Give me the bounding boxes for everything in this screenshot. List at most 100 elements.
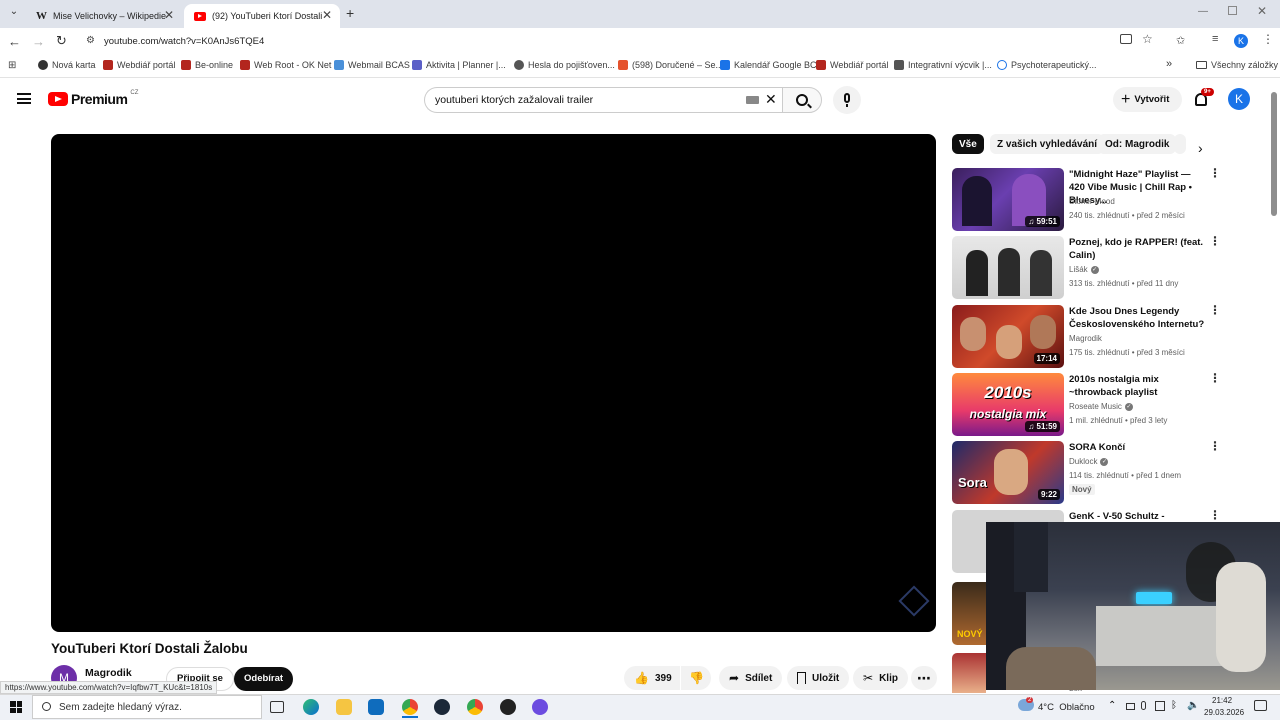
account-avatar[interactable]: K xyxy=(1228,88,1250,110)
rec-channel[interactable]: Roseate Music ✓ xyxy=(1069,402,1133,411)
like-button[interactable]: 👍 399 xyxy=(624,666,680,690)
profile-avatar[interactable]: K xyxy=(1234,34,1248,48)
battery-icon[interactable] xyxy=(1126,703,1135,710)
more-options-icon[interactable]: ⋮ xyxy=(1209,372,1221,384)
bluetooth-icon[interactable]: ᛒ xyxy=(1171,700,1177,711)
channel-name[interactable]: Magrodik xyxy=(85,667,132,679)
chrome-icon[interactable] xyxy=(402,699,418,715)
rec-channel[interactable]: Stoner Mood xyxy=(1069,197,1115,206)
windows-start-icon[interactable] xyxy=(10,701,22,713)
more-options-icon[interactable]: ⋮ xyxy=(1209,440,1221,452)
microphone-icon[interactable] xyxy=(1141,701,1146,710)
list-item[interactable]: Sora 9:22 SORA Končí Duklock ✓ 114 tis. z… xyxy=(952,440,1221,505)
clock-time[interactable]: 21:42 xyxy=(1212,696,1232,705)
address-field[interactable]: ⚙ youtube.com/watch?v=K0AnJs6TQE4 ☆ xyxy=(80,31,1164,53)
keyboard-icon[interactable] xyxy=(746,96,759,104)
close-window-icon[interactable]: ✕ xyxy=(1257,4,1267,18)
close-tab-icon[interactable]: ✕ xyxy=(322,8,332,22)
taskbar-search[interactable]: Sem zadejte hledaný výraz. xyxy=(32,695,262,719)
subscribe-button[interactable]: Odebírat xyxy=(234,667,294,691)
search-input[interactable]: youtuberi ktorých zažalovali trailer xyxy=(435,94,593,106)
bookmark-item[interactable]: Psychoterapeutický... xyxy=(997,60,1097,70)
hamburger-menu-icon[interactable] xyxy=(17,93,31,104)
page-scrollbar[interactable] xyxy=(1271,92,1277,216)
list-item[interactable]: ♫ 59:51 "Midnight Haze" Playlist — 420 V… xyxy=(952,167,1221,232)
file-explorer-icon[interactable] xyxy=(336,699,352,715)
channel-watermark-icon[interactable] xyxy=(898,585,930,617)
notifications-button[interactable]: 9+ xyxy=(1192,88,1214,110)
rec-channel[interactable]: Duklock ✓ xyxy=(1069,457,1109,466)
close-tab-icon[interactable]: ✕ xyxy=(164,8,174,22)
tab-list-dropdown-icon[interactable]: ⌄ xyxy=(6,6,22,22)
share-button[interactable]: ➦ Sdílet xyxy=(719,666,783,690)
clear-search-icon[interactable]: ✕ xyxy=(765,91,777,108)
rec-title[interactable]: 2010s nostalgia mix ~throwback playlist xyxy=(1069,373,1207,399)
video-thumbnail[interactable]: Sora 9:22 xyxy=(952,441,1064,504)
chrome-icon[interactable] xyxy=(467,699,483,715)
bookmark-item[interactable]: Nová karta xyxy=(38,60,96,70)
rec-channel[interactable]: Lišák ✓ xyxy=(1069,265,1099,274)
app-icon[interactable] xyxy=(500,699,516,715)
bookmark-star-icon[interactable]: ☆ xyxy=(1142,32,1153,46)
more-options-icon[interactable]: ⋮ xyxy=(1209,167,1221,179)
install-app-icon[interactable] xyxy=(1120,34,1132,44)
more-options-icon[interactable]: ⋮ xyxy=(1209,304,1221,316)
video-thumbnail[interactable] xyxy=(952,653,986,693)
bookmark-item[interactable]: Webdiář portál xyxy=(103,60,175,70)
notification-center-icon[interactable] xyxy=(1254,700,1267,711)
clock-date[interactable]: 29.03.2026 xyxy=(1204,708,1244,717)
chevron-right-icon[interactable]: › xyxy=(1198,140,1203,156)
back-icon[interactable]: ← xyxy=(8,34,21,49)
edge-icon[interactable] xyxy=(303,699,319,715)
tab-wikipedia[interactable]: W Mise Velichovky – Wikipedie ✕ xyxy=(26,4,182,28)
more-options-icon[interactable]: ⋮ xyxy=(1209,509,1221,521)
browser-menu-icon[interactable]: ⋮ xyxy=(1262,32,1274,46)
youtube-logo[interactable]: Premium CZ xyxy=(48,90,138,107)
chip-from-searches[interactable]: Z vašich vyhledávání xyxy=(990,134,1105,154)
list-item[interactable]: 2010s nostalgia mix ♫ 51:59 2010s nostal… xyxy=(952,372,1221,437)
list-item[interactable]: 17:14 Kde Jsou Dnes Legendy Českoslovens… xyxy=(952,304,1221,369)
rec-title[interactable]: SORA Končí xyxy=(1069,441,1207,454)
bookmark-item[interactable]: (598) Doručené – Se... xyxy=(618,60,723,70)
restore-window-icon[interactable] xyxy=(1228,6,1237,15)
weather-text[interactable]: 4°C Oblačno xyxy=(1038,702,1095,713)
bookmark-item[interactable]: Be-online xyxy=(181,60,233,70)
site-info-icon[interactable]: ⚙ xyxy=(86,35,95,46)
bookmark-item[interactable]: Kalendář Google BC xyxy=(720,60,817,70)
show-hidden-icons[interactable]: ⌃ xyxy=(1108,700,1116,711)
reload-icon[interactable]: ↻ xyxy=(56,33,67,49)
chip-from-channel[interactable]: Od: Magrodik xyxy=(1098,134,1177,154)
chip-partial[interactable] xyxy=(1174,134,1186,154)
all-bookmarks[interactable]: Všechny záložky xyxy=(1196,60,1278,70)
bookmark-item[interactable]: Web Root - OK Net xyxy=(240,60,331,70)
bookmark-item[interactable]: Integrativní výcvik |... xyxy=(894,60,992,70)
more-bookmarks-icon[interactable]: » xyxy=(1166,58,1172,70)
chip-all[interactable]: Vše xyxy=(952,134,984,154)
more-options-icon[interactable]: ⋮ xyxy=(1209,235,1221,247)
bookmark-item[interactable]: Webdiář portál xyxy=(816,60,888,70)
clip-button[interactable]: ✂ Klip xyxy=(853,666,908,690)
network-icon[interactable] xyxy=(1155,701,1165,711)
new-tab-button[interactable]: + xyxy=(346,5,354,21)
outlook-icon[interactable] xyxy=(368,699,384,715)
list-item[interactable]: Poznej, kdo je RAPPER! (feat. Calin) Liš… xyxy=(952,235,1221,300)
taskbar-search-input[interactable]: Sem zadejte hledaný výraz. xyxy=(59,702,182,713)
video-thumbnail[interactable]: 17:14 xyxy=(952,305,1064,368)
volume-icon[interactable]: 🔈 xyxy=(1187,700,1199,711)
dislike-button[interactable]: 👎 xyxy=(681,666,711,690)
obs-icon[interactable] xyxy=(532,699,548,715)
save-button[interactable]: Uložit xyxy=(787,666,850,690)
rec-title[interactable]: Kde Jsou Dnes Legendy Československého I… xyxy=(1069,305,1207,331)
minimize-window-icon[interactable]: — xyxy=(1198,6,1208,17)
video-thumbnail[interactable]: ♫ 59:51 xyxy=(952,168,1064,231)
bookmark-item[interactable]: Webmail BCAS xyxy=(334,60,410,70)
video-thumbnail[interactable] xyxy=(952,236,1064,299)
voice-search-button[interactable] xyxy=(833,86,861,114)
bookmark-item[interactable]: Hesla do pojišťoven... xyxy=(514,60,615,70)
video-thumbnail[interactable]: NOVÝ xyxy=(952,582,986,645)
reading-list-icon[interactable]: ≡ xyxy=(1212,33,1218,45)
video-thumbnail[interactable]: 2010s nostalgia mix ♫ 51:59 xyxy=(952,373,1064,436)
bookmark-item[interactable]: Aktivita | Planner |... xyxy=(412,60,506,70)
create-button[interactable]: + Vytvořit xyxy=(1113,87,1182,112)
video-player[interactable] xyxy=(51,134,936,632)
